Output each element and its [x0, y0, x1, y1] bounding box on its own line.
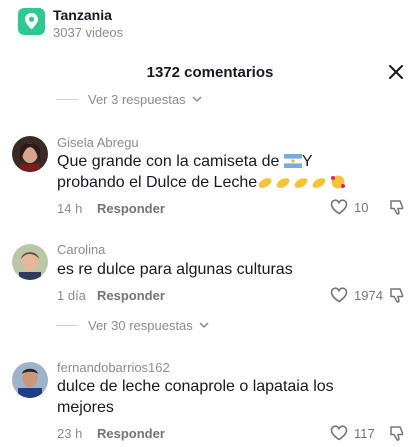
comment-username[interactable]: Gisela Abregu — [57, 135, 139, 150]
comment-text-line: probando el Dulce de Leche — [57, 174, 258, 191]
reply-button[interactable]: Responder — [97, 201, 165, 216]
dislike-button[interactable] — [389, 199, 405, 220]
comment-time: 1 día — [57, 288, 86, 303]
like-button[interactable]: 10 — [330, 199, 368, 215]
view-replies-30[interactable]: Ver 30 respuestas — [56, 318, 209, 333]
divider-line — [56, 99, 78, 100]
dislike-button[interactable] — [389, 425, 405, 446]
smiling-face-hearts-icon — [331, 175, 346, 189]
like-count: 117 — [354, 425, 375, 441]
like-count: 10 — [354, 199, 369, 215]
clapping-hands-icon — [294, 178, 308, 188]
like-button[interactable]: 1974 — [330, 287, 383, 303]
chevron-down-icon — [192, 96, 202, 103]
dislike-button[interactable] — [389, 287, 405, 308]
heart-icon — [330, 425, 348, 441]
like-count: 1974 — [354, 287, 383, 303]
thumbs-down-icon — [390, 200, 404, 215]
avatar[interactable] — [12, 136, 48, 172]
reply-button[interactable]: Responder — [97, 426, 165, 441]
comment-text: es re dulce para algunas culturas — [57, 261, 293, 278]
view-replies-3[interactable]: Ver 3 respuestas — [56, 92, 202, 107]
comment-text-line: mejores — [57, 399, 114, 416]
comment-meta: 14 h Responder — [57, 201, 165, 216]
comment-text-part: Que grande con la camiseta de — [57, 153, 284, 170]
comment-text-line: dulce de leche conaprole o lapataia los — [57, 378, 334, 395]
comment-username[interactable]: Carolina — [57, 242, 105, 257]
comment-time: 14 h — [57, 201, 83, 216]
comment-text: dulce de leche conaprole o lapataia los … — [57, 376, 357, 418]
comment-text: Que grande con la camiseta de Y probando… — [57, 151, 357, 193]
location-header[interactable]: Tanzania 3037 videos — [0, 0, 420, 48]
comment-username[interactable]: fernandobarrios162 — [57, 360, 170, 375]
avatar[interactable] — [12, 362, 48, 398]
argentina-flag-icon — [283, 154, 302, 168]
like-button[interactable]: 117 — [330, 425, 375, 441]
view-replies-label: Ver 3 respuestas — [88, 92, 186, 107]
avatar[interactable] — [12, 244, 48, 280]
video-count: 3037 videos — [53, 25, 124, 40]
clapping-hands-icon — [258, 178, 272, 188]
heart-icon — [330, 287, 348, 303]
chevron-down-icon — [199, 322, 209, 329]
location-pin-icon — [18, 8, 45, 35]
heart-icon — [330, 199, 348, 215]
comments-title: 1372 comentarios — [146, 64, 274, 81]
location-name: Tanzania — [53, 7, 112, 23]
view-replies-label: Ver 30 respuestas — [88, 318, 193, 333]
reply-button[interactable]: Responder — [97, 288, 165, 303]
clapping-hands-icon — [276, 178, 290, 188]
divider-line — [56, 325, 78, 326]
comment-meta: 1 día Responder — [57, 288, 165, 303]
thumbs-down-icon — [390, 288, 404, 303]
comment-time: 23 h — [57, 426, 83, 441]
close-icon — [389, 65, 403, 79]
comment-meta: 23 h Responder — [57, 426, 165, 441]
thumbs-down-icon — [390, 426, 404, 441]
comment-text-part: Y — [301, 153, 313, 170]
close-button[interactable] — [386, 62, 406, 82]
clapping-hands-icon — [312, 178, 326, 188]
